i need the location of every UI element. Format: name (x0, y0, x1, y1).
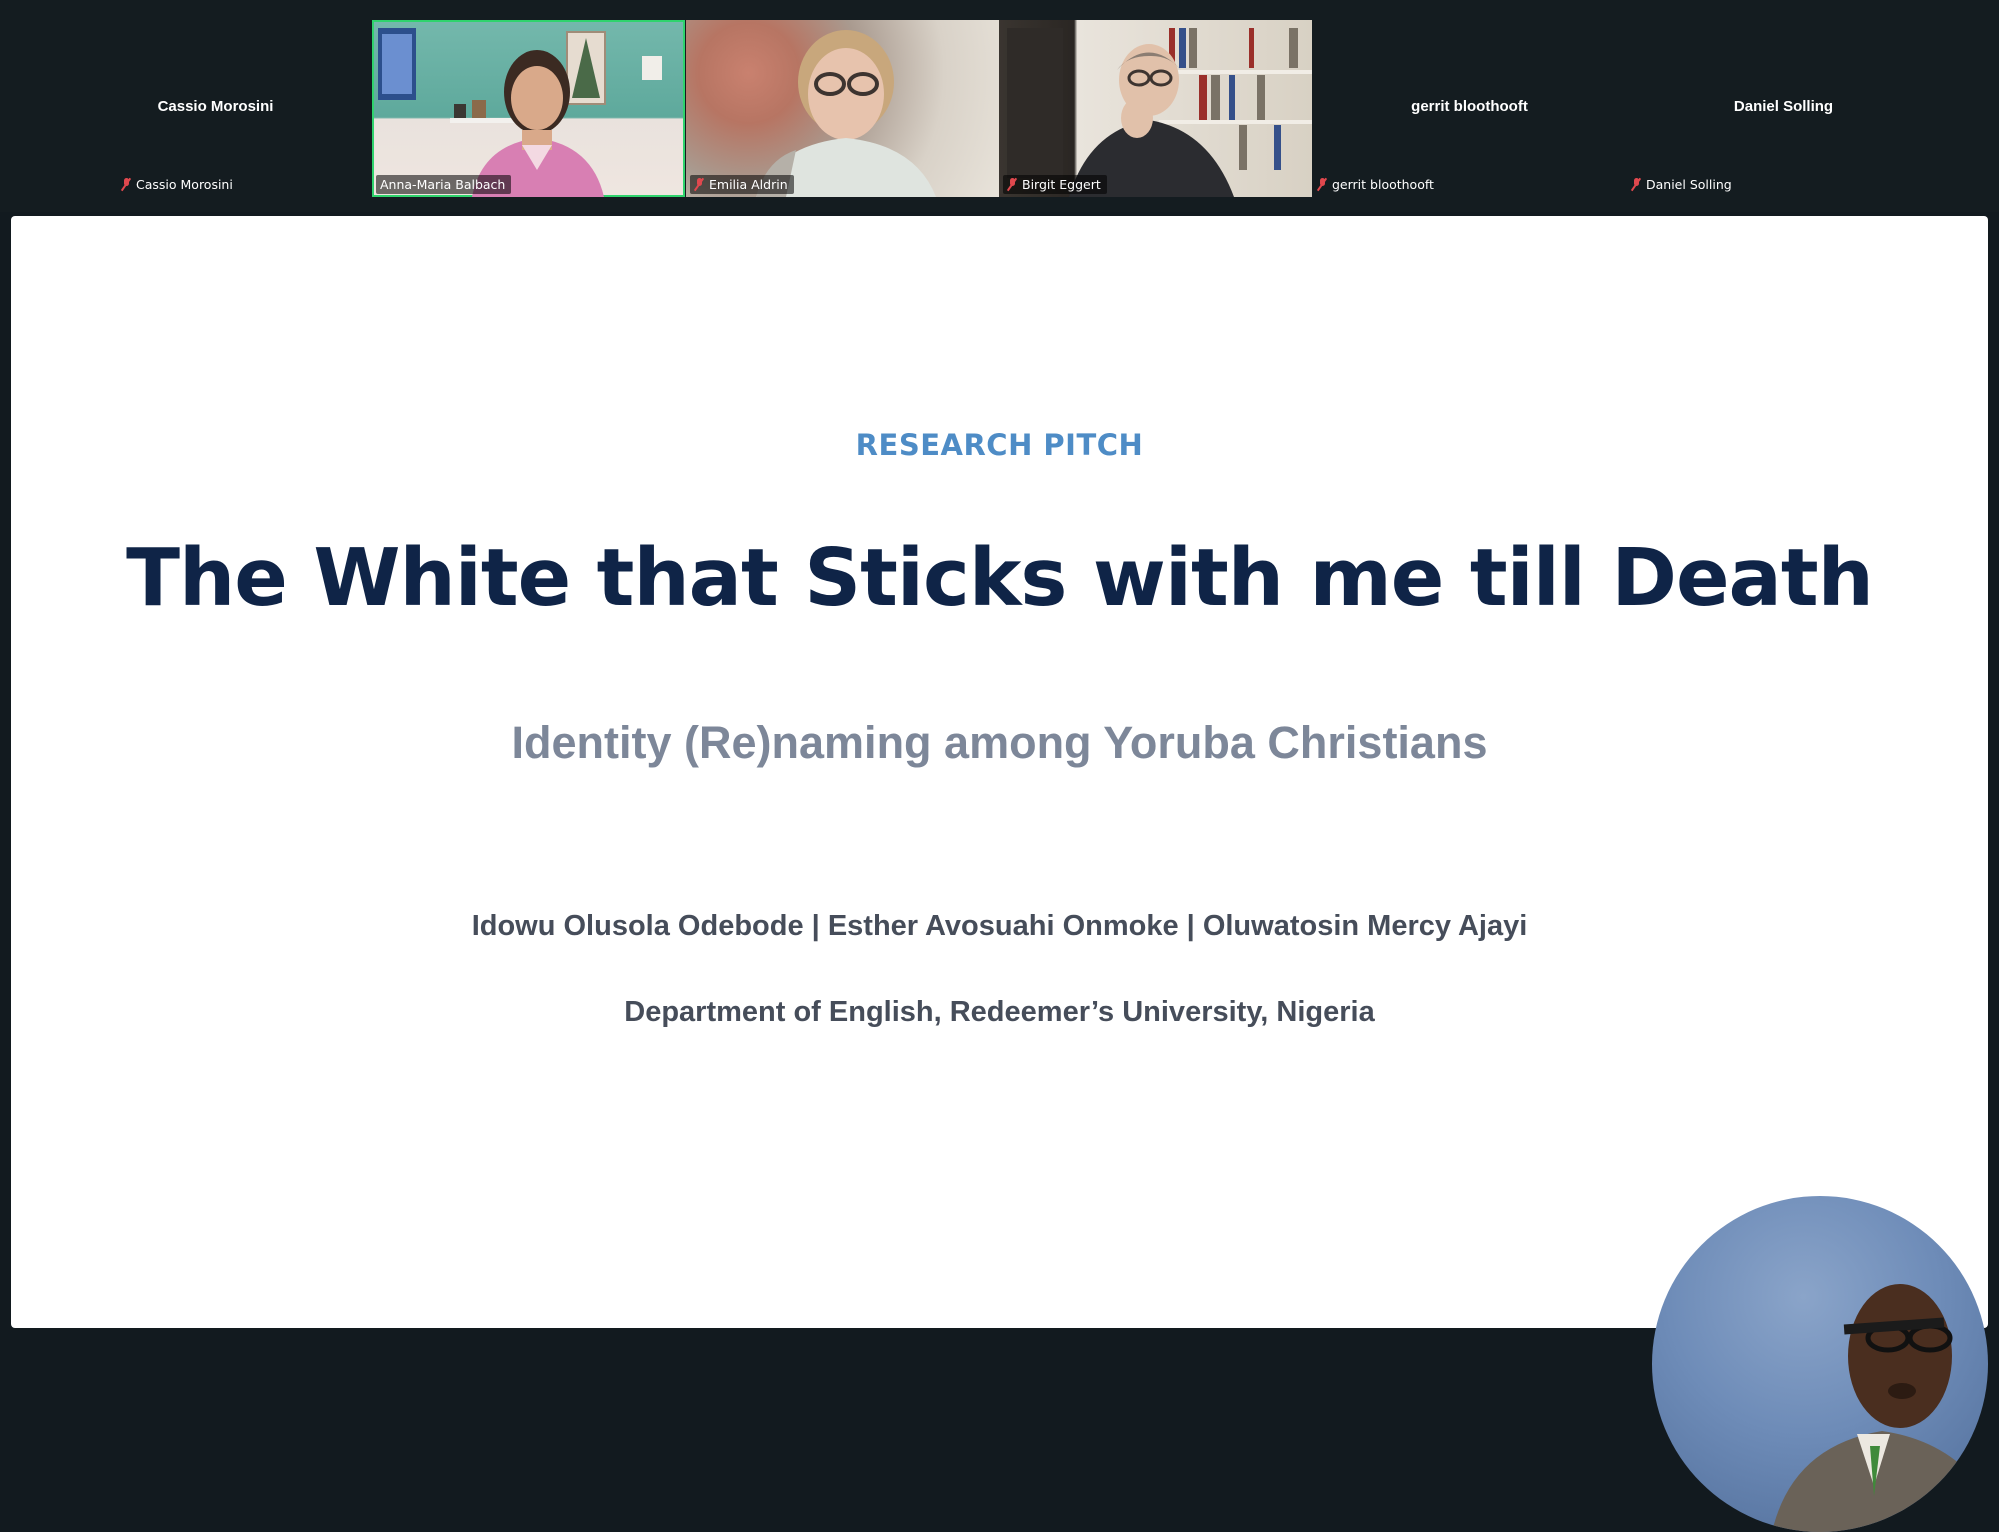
participant-label-text: Anna-Maria Balbach (380, 177, 506, 192)
slide-affiliation: Department of English, Redeemer’s Univer… (624, 996, 1375, 1028)
slide-kicker: RESEARCH PITCH (855, 428, 1144, 462)
participant-label: Anna-Maria Balbach (376, 175, 512, 194)
participant-label-text: Emilia Aldrin (709, 177, 788, 192)
webcam-video (378, 28, 662, 197)
presenter-video-bubble[interactable] (1652, 1196, 1988, 1532)
mic-muted-icon (1316, 177, 1328, 192)
participant-strip: Cassio Morosini Cassio Morosini Anna-Mar… (0, 0, 1999, 212)
shared-screen-slide: RESEARCH PITCH The White that Sticks wit… (11, 216, 1988, 1532)
presenter-video (1772, 1284, 1988, 1532)
slide-subtitle: Identity (Re)naming among Yoruba Christi… (511, 717, 1488, 768)
webcam-video (756, 30, 936, 197)
participant-name-center: Daniel Solling (1733, 98, 1834, 115)
participant-label-text: Cassio Morosini (136, 177, 233, 192)
participant-tile-cassio[interactable]: Cassio Morosini Cassio Morosini (59, 20, 372, 197)
mic-muted-icon (1006, 177, 1018, 192)
participant-label-text: Birgit Eggert (1022, 177, 1101, 192)
participant-label: gerrit bloothooft (1313, 175, 1440, 194)
participant-label: Emilia Aldrin (690, 175, 794, 194)
participant-tile-gerrit[interactable]: gerrit bloothooft gerrit bloothooft (1313, 20, 1626, 197)
participant-tile-emilia[interactable]: Emilia Aldrin (686, 20, 999, 197)
participant-label: Daniel Solling (1627, 175, 1738, 194)
mic-muted-icon (693, 177, 705, 192)
participant-label-text: Daniel Solling (1646, 177, 1732, 192)
webcam-video (1007, 28, 1312, 197)
participant-label: Birgit Eggert (1003, 175, 1107, 194)
participant-tile-anna-maria[interactable]: Anna-Maria Balbach (372, 20, 685, 197)
mic-muted-icon (120, 177, 132, 192)
slide-authors: Idowu Olusola Odebode | Esther Avosuahi … (471, 910, 1528, 942)
participant-label-text: gerrit bloothooft (1332, 177, 1434, 192)
slide-title: The White that Sticks with me till Death (126, 532, 1874, 624)
participant-name-center: Cassio Morosini (157, 98, 274, 115)
participant-name-center: gerrit bloothooft (1411, 98, 1528, 115)
participant-label: Cassio Morosini (117, 175, 239, 194)
participant-tile-daniel[interactable]: Daniel Solling Daniel Solling (1627, 20, 1940, 197)
participant-tile-birgit[interactable]: Birgit Eggert (999, 20, 1312, 197)
mic-muted-icon (1630, 177, 1642, 192)
